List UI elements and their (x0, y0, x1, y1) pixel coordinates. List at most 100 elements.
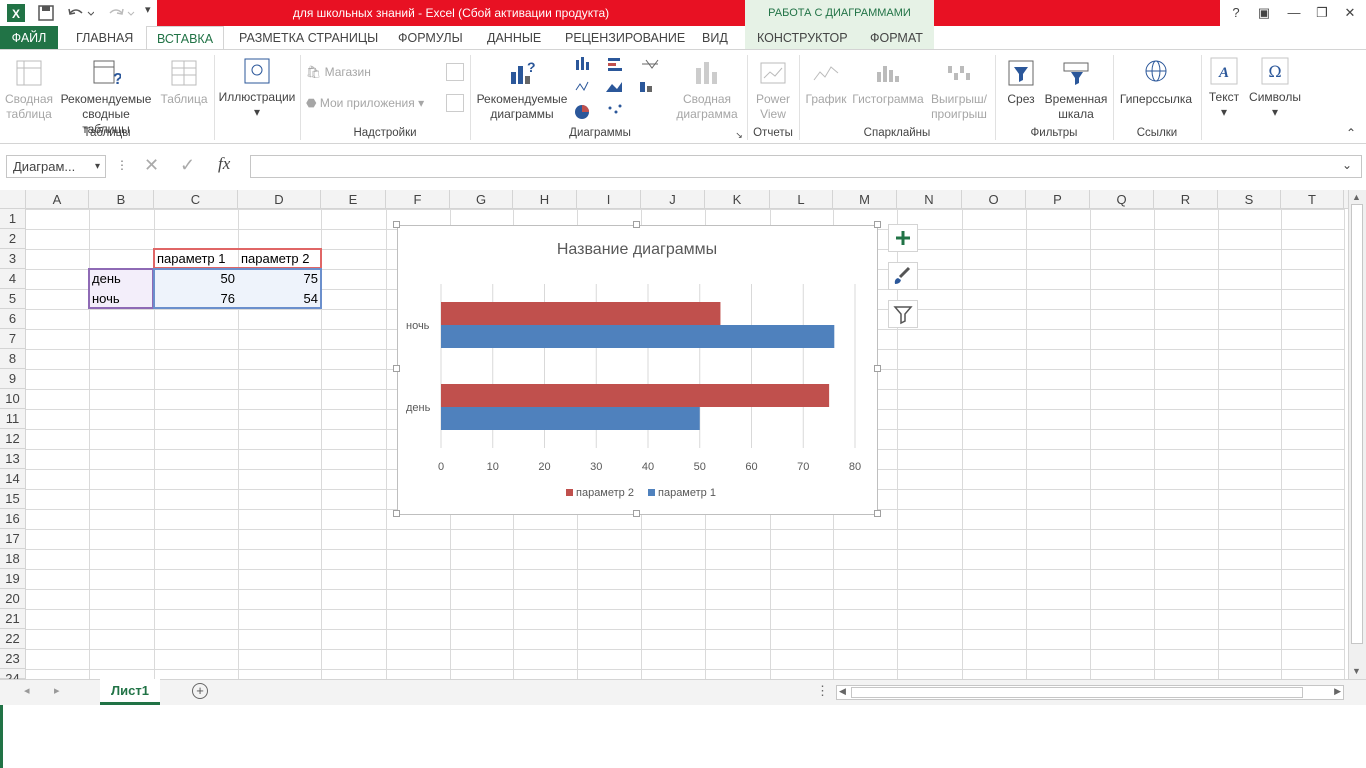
row-header-12[interactable]: 12 (0, 429, 26, 449)
resize-handle[interactable] (393, 510, 400, 517)
tab-insert[interactable]: ВСТАВКА (146, 26, 225, 50)
chart-object[interactable]: Название диаграммы 0 10 20 30 40 50 60 70 80 ден… (397, 225, 878, 515)
charts-dialog-launcher-icon[interactable]: ↘ (734, 128, 744, 143)
name-box[interactable]: Диаграм... ▾ (6, 155, 106, 178)
column-header-a[interactable]: A (26, 190, 89, 209)
legend-entry[interactable]: параметр 2 (576, 487, 634, 499)
chart-type-gallery[interactable] (572, 56, 672, 122)
scroll-down-icon[interactable]: ▼ (1352, 666, 1361, 676)
bing-maps-icon[interactable] (446, 63, 464, 81)
sheet-tab-1[interactable]: Лист1 (100, 679, 160, 705)
column-header-m[interactable]: M (833, 190, 897, 209)
scroll-up-icon[interactable]: ▲ (1352, 192, 1361, 202)
resize-handle[interactable] (633, 221, 640, 228)
bar-1-день[interactable] (441, 407, 700, 430)
column-header-r[interactable]: R (1154, 190, 1218, 209)
column-header-t[interactable]: T (1281, 190, 1344, 209)
redo-icon[interactable] (104, 4, 136, 22)
store-button[interactable]: 🛍 Магазин (306, 65, 456, 80)
column-header-e[interactable]: E (321, 190, 386, 209)
column-header-p[interactable]: P (1026, 190, 1090, 209)
save-icon[interactable] (37, 4, 55, 22)
bar-2-ночь[interactable] (441, 302, 721, 325)
resize-handle[interactable] (393, 221, 400, 228)
column-header-j[interactable]: J (641, 190, 705, 209)
column-header-d[interactable]: D (238, 190, 321, 209)
row-header-14[interactable]: 14 (0, 469, 26, 489)
row-header-23[interactable]: 23 (0, 649, 26, 669)
legend-entry[interactable]: параметр 1 (658, 487, 716, 499)
tab-format[interactable]: ФОРМАТ (866, 26, 927, 50)
recommended-charts-button[interactable]: ? Рекомендуемые диаграммы (474, 58, 570, 122)
row-header-6[interactable]: 6 (0, 309, 26, 329)
enter-icon[interactable]: ✓ (180, 155, 195, 176)
scroll-left-icon[interactable]: ◀ (839, 686, 846, 697)
tab-home[interactable]: ГЛАВНАЯ (72, 26, 137, 50)
cancel-icon[interactable]: ✕ (144, 155, 159, 176)
resize-handle[interactable] (393, 365, 400, 372)
column-header-g[interactable]: G (450, 190, 513, 209)
scroll-right-icon[interactable]: ▶ (1334, 686, 1341, 697)
column-header-f[interactable]: F (386, 190, 450, 209)
row-header-11[interactable]: 11 (0, 409, 26, 429)
minimize-icon[interactable]: — (1280, 0, 1308, 26)
add-sheet-icon[interactable]: + (192, 683, 208, 699)
resize-handle[interactable] (874, 365, 881, 372)
table-button[interactable]: Таблица (157, 58, 211, 107)
tab-formulas[interactable]: ФОРМУЛЫ (394, 26, 467, 50)
row-header-15[interactable]: 15 (0, 489, 26, 509)
column-header-i[interactable]: I (577, 190, 641, 209)
row-header-18[interactable]: 18 (0, 549, 26, 569)
next-sheet-icon[interactable]: ▸ (54, 684, 60, 697)
row-header-9[interactable]: 9 (0, 369, 26, 389)
restore-icon[interactable]: ❐ (1308, 0, 1336, 26)
vertical-scrollbar[interactable]: ▲ ▼ (1348, 190, 1366, 679)
tab-splitter-icon[interactable]: ⋮ (816, 683, 829, 699)
pivot-table-button[interactable]: Сводная таблица (2, 58, 56, 122)
column-header-b[interactable]: B (89, 190, 154, 209)
symbols-button[interactable]: Ω Символы ▾ (1246, 56, 1304, 120)
customize-quick-access-icon[interactable]: ▾ (145, 3, 151, 21)
column-header-l[interactable]: L (770, 190, 833, 209)
column-header-c[interactable]: C (154, 190, 238, 209)
tab-file[interactable]: ФАЙЛ (0, 26, 58, 50)
column-header-o[interactable]: O (962, 190, 1026, 209)
row-header-1[interactable]: 1 (0, 209, 26, 229)
hyperlink-button[interactable]: Гиперссылка (1116, 58, 1196, 107)
column-header-q[interactable]: Q (1090, 190, 1154, 209)
row-header-5[interactable]: 5 (0, 289, 26, 309)
resize-handle[interactable] (874, 510, 881, 517)
undo-icon[interactable] (66, 4, 95, 22)
column-header-k[interactable]: K (705, 190, 770, 209)
expand-formula-bar-icon[interactable]: ⌄ (1342, 158, 1352, 172)
prev-sheet-icon[interactable]: ◂ (24, 684, 30, 697)
column-header-h[interactable]: H (513, 190, 577, 209)
formula-bar-splitter-icon[interactable]: ⋮ (116, 158, 128, 172)
collapse-ribbon-icon[interactable]: ⌃ (1344, 126, 1358, 141)
horizontal-scrollbar[interactable]: ◀ ▶ (836, 685, 1344, 700)
ribbon-display-icon[interactable]: ▣ (1250, 0, 1278, 26)
row-header-2[interactable]: 2 (0, 229, 26, 249)
row-header-22[interactable]: 22 (0, 629, 26, 649)
row-header-3[interactable]: 3 (0, 249, 26, 269)
resize-handle[interactable] (874, 221, 881, 228)
my-apps-button[interactable]: ⬣ Мои приложения ▾ (306, 96, 456, 111)
chart-title[interactable]: Название диаграммы (557, 241, 717, 258)
tab-data[interactable]: ДАННЫЕ (483, 26, 545, 50)
tab-review[interactable]: РЕЦЕНЗИРОВАНИЕ (561, 26, 689, 50)
help-icon[interactable]: ? (1222, 0, 1250, 26)
select-all-corner[interactable] (0, 190, 26, 209)
horizontal-scroll-thumb[interactable] (851, 687, 1303, 698)
row-header-17[interactable]: 17 (0, 529, 26, 549)
row-header-24[interactable]: 24 (0, 669, 26, 686)
formula-input[interactable] (250, 155, 1362, 178)
resize-handle[interactable] (633, 510, 640, 517)
row-header-10[interactable]: 10 (0, 389, 26, 409)
row-header-19[interactable]: 19 (0, 569, 26, 589)
chart-filters-button[interactable] (888, 300, 918, 328)
sparkline-line-button[interactable]: График (802, 58, 850, 107)
bar-2-день[interactable] (441, 384, 830, 407)
sparkline-winloss-button[interactable]: Выигрыш/ проигрыш (928, 58, 990, 122)
insert-function-icon[interactable]: fx (218, 154, 230, 174)
row-header-13[interactable]: 13 (0, 449, 26, 469)
